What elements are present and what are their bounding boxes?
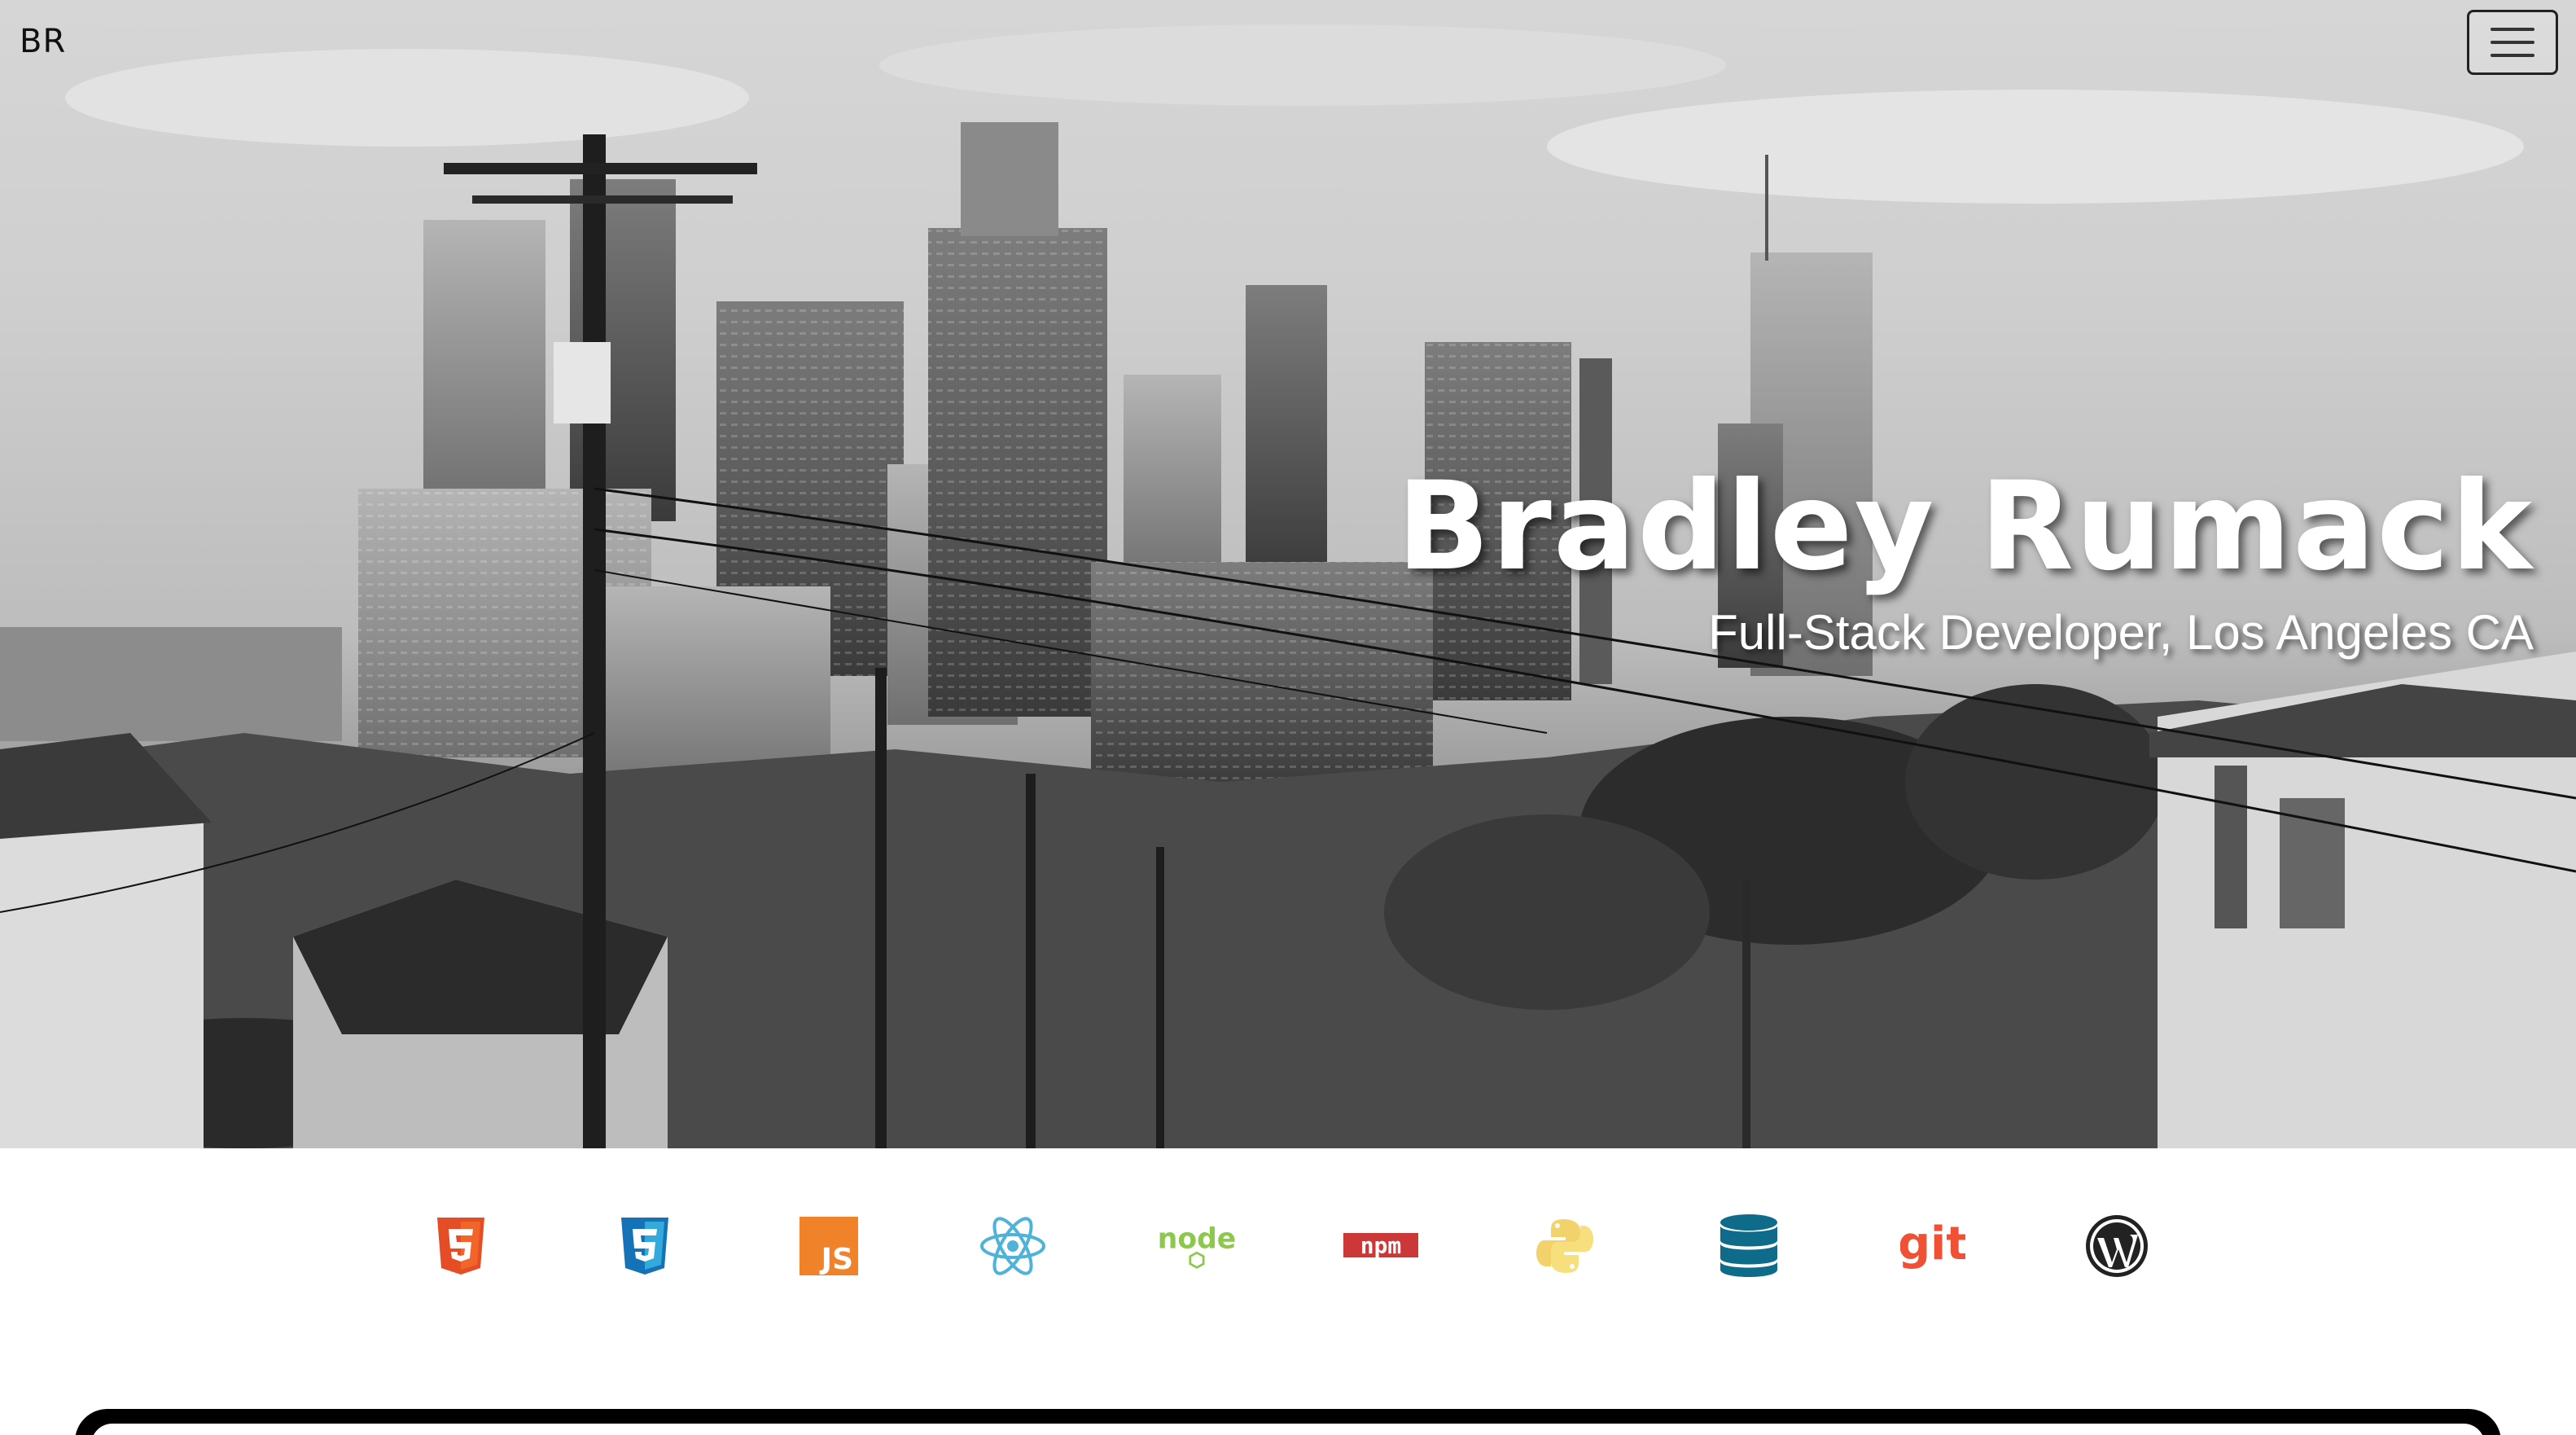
react-icon	[972, 1197, 1054, 1295]
svg-text:npm: npm	[1360, 1232, 1402, 1259]
javascript-icon: JS	[788, 1197, 870, 1295]
css3-icon	[604, 1197, 686, 1295]
content-card	[75, 1409, 2501, 1435]
brand-logo[interactable]: BR	[20, 23, 66, 60]
python-icon	[1524, 1197, 1606, 1295]
hamburger-menu-icon-bar	[2491, 54, 2534, 57]
svg-text:JS: JS	[819, 1243, 853, 1275]
hamburger-menu-icon-bar	[2491, 41, 2534, 44]
nodejs-icon: node	[1156, 1197, 1238, 1295]
wordpress-icon	[2076, 1197, 2158, 1295]
html5-icon	[420, 1197, 502, 1295]
tech-stack-icons: JS node npm git	[0, 1197, 2576, 1295]
hamburger-menu-button[interactable]	[2467, 10, 2558, 75]
hero-title: Bradley Rumack	[1396, 456, 2534, 598]
hero-section: BR Bradley Rumack Full-Stack Developer, …	[0, 0, 2576, 1148]
hero-subtitle: Full-Stack Developer, Los Angeles CA	[1708, 605, 2534, 660]
svg-text:node: node	[1158, 1223, 1236, 1256]
npm-icon: npm	[1340, 1197, 1422, 1295]
git-icon: git	[1892, 1197, 1974, 1295]
content-card-inner	[91, 1424, 2485, 1435]
hamburger-menu-icon	[2491, 28, 2534, 31]
svg-text:git: git	[1900, 1218, 1965, 1270]
database-icon	[1708, 1197, 1790, 1295]
